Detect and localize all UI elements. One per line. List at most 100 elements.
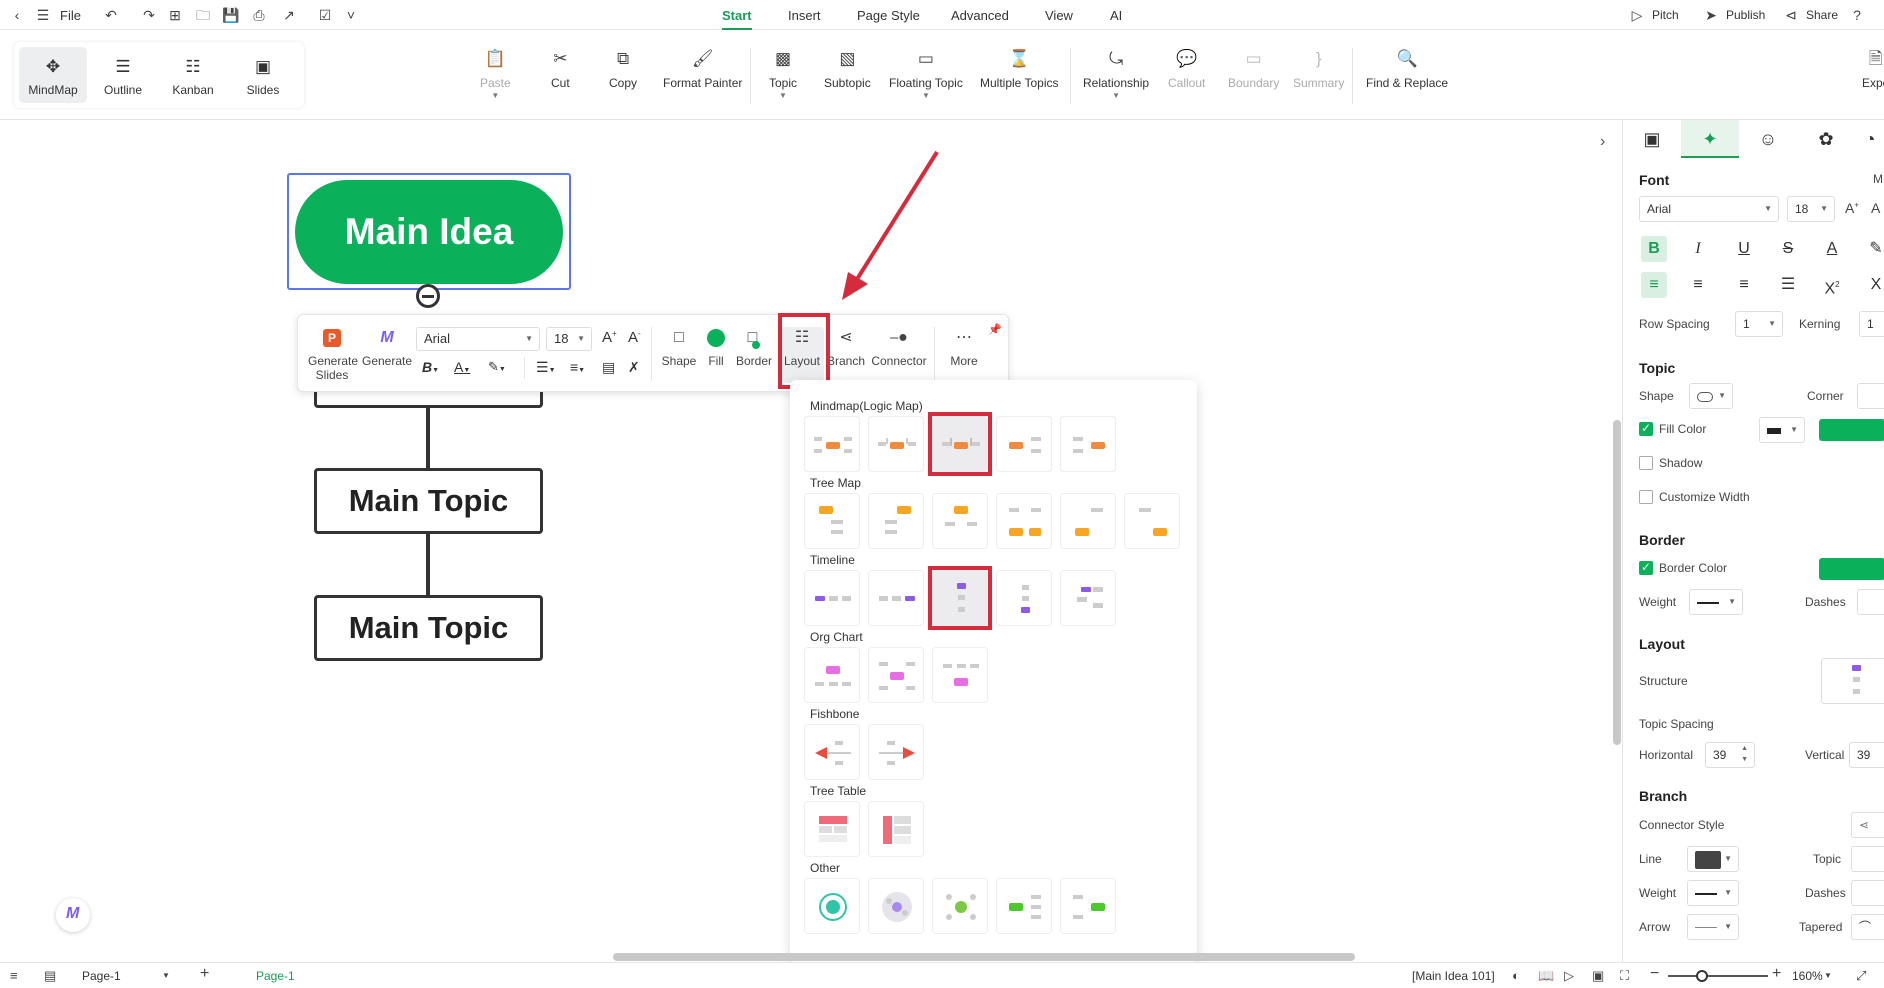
- layout-option-circle[interactable]: [804, 878, 860, 934]
- view-outline[interactable]: ☰ Outline: [89, 47, 157, 103]
- pin-icon[interactable]: 📌: [988, 323, 1002, 336]
- copy-button[interactable]: ⧉ Copy: [609, 48, 637, 90]
- export-icon[interactable]: ↗: [280, 6, 298, 24]
- main-idea-node[interactable]: Main Idea: [295, 180, 563, 284]
- zoom-slider-handle[interactable]: [1696, 970, 1708, 982]
- justify-icon[interactable]: ☰: [1775, 272, 1801, 298]
- tab-advanced[interactable]: Advanced: [951, 8, 1009, 23]
- hamburger-icon[interactable]: ☰: [34, 6, 52, 24]
- summary-button[interactable]: } Summary: [1293, 48, 1344, 90]
- connector-style-select[interactable]: ⋖: [1851, 812, 1884, 838]
- sidebar-font-select[interactable]: Arial ▼: [1639, 196, 1779, 222]
- layout-option-mindmap[interactable]: [996, 416, 1052, 472]
- layout-option-treetable[interactable]: [804, 801, 860, 857]
- generate-slides-button[interactable]: P Generate Slides: [308, 327, 358, 382]
- help-icon[interactable]: ?: [1848, 6, 1866, 24]
- connector-button[interactable]: ⎯● Connector: [870, 327, 928, 368]
- branch-button[interactable]: ⋖ Branch: [826, 327, 866, 368]
- zoom-in-icon[interactable]: +: [1772, 965, 1781, 983]
- border-color-swatch[interactable]: [1819, 558, 1884, 580]
- font-size-select[interactable]: 18 ▼: [546, 327, 592, 351]
- layout-option-radial[interactable]: [932, 878, 988, 934]
- underline-icon[interactable]: U: [1731, 236, 1757, 262]
- arrow-select[interactable]: ▼: [1687, 914, 1739, 940]
- relationship-button[interactable]: ⤿ Relationship ▼: [1083, 48, 1149, 100]
- floating-topic-button[interactable]: ▭ Floating Topic ▼: [889, 48, 963, 100]
- border-dashes-select[interactable]: [1857, 589, 1884, 615]
- view-slides[interactable]: ▣ Slides: [229, 47, 297, 103]
- find-replace-button[interactable]: 🔍 Find & Replace: [1366, 48, 1448, 90]
- cut-button[interactable]: ✂ Cut: [551, 48, 570, 90]
- vertical-spacing-input[interactable]: 39: [1849, 742, 1884, 768]
- layout-option-treemap[interactable]: [804, 493, 860, 549]
- align-icon[interactable]: ≡▼: [570, 359, 585, 375]
- layout-option-timeline[interactable]: [1060, 570, 1116, 626]
- pen-icon[interactable]: ✎: [1863, 236, 1884, 262]
- pitch-button[interactable]: Pitch: [1652, 8, 1679, 22]
- layout-option-orgchart[interactable]: [932, 647, 988, 703]
- layout-option-timeline[interactable]: [996, 570, 1052, 626]
- italic-icon[interactable]: I: [1685, 236, 1711, 262]
- branch-dashes-select[interactable]: [1851, 880, 1884, 906]
- tab-insert[interactable]: Insert: [788, 8, 821, 23]
- shadow-checkbox[interactable]: [1639, 456, 1653, 470]
- print-icon[interactable]: ⎙: [250, 6, 268, 24]
- checklist-icon[interactable]: ☑: [316, 6, 334, 24]
- save-icon[interactable]: 💾: [222, 6, 240, 24]
- layout-option-timeline[interactable]: [804, 570, 860, 626]
- grow-font-icon[interactable]: A+: [1845, 200, 1859, 216]
- file-menu[interactable]: File: [60, 8, 81, 23]
- layout-option-left-map[interactable]: [1060, 878, 1116, 934]
- callout-button[interactable]: 💬 Callout: [1168, 48, 1205, 90]
- tab-page-style[interactable]: Page Style: [857, 8, 920, 23]
- font-family-select[interactable]: Arial ▼: [416, 327, 540, 351]
- more-chevron-icon[interactable]: ˅: [342, 6, 360, 24]
- collapse-toggle-icon[interactable]: [416, 284, 440, 308]
- corner-select[interactable]: [1857, 383, 1884, 409]
- export-button[interactable]: 🗎Expo: [1862, 48, 1884, 90]
- ai-assistant-button[interactable]: M: [56, 898, 90, 932]
- more-button[interactable]: ⋯ More: [944, 327, 984, 368]
- share-button[interactable]: Share: [1806, 8, 1838, 22]
- bold-dropdown-icon[interactable]: B▼: [422, 359, 439, 375]
- tab-view[interactable]: View: [1045, 8, 1073, 23]
- tab-style-icon[interactable]: ▣: [1623, 120, 1681, 158]
- line-color-select[interactable]: ▼: [1687, 846, 1739, 872]
- generate-button[interactable]: M Generate: [362, 327, 412, 368]
- layout-option-treemap[interactable]: [996, 493, 1052, 549]
- structure-select[interactable]: [1821, 658, 1884, 704]
- horizontal-spacing-input[interactable]: 39 ▲ ▼: [1705, 742, 1755, 768]
- horizontal-scrollbar[interactable]: [613, 953, 1355, 961]
- layout-option-treetable[interactable]: [868, 801, 924, 857]
- outline-toggle-icon[interactable]: ≡: [10, 968, 18, 983]
- align-left-icon[interactable]: ≡: [1641, 272, 1667, 298]
- shape-button[interactable]: □ Shape: [660, 327, 698, 368]
- theme-icon[interactable]: ◐: [1512, 968, 1520, 983]
- layout-option-orgchart[interactable]: [868, 647, 924, 703]
- zoom-level[interactable]: 160%: [1792, 969, 1823, 983]
- tab-ai-style-icon[interactable]: ✦: [1681, 120, 1739, 158]
- branch-topic-select[interactable]: [1851, 846, 1884, 872]
- paste-button[interactable]: 📋 Paste ▼: [480, 48, 511, 100]
- tab-start[interactable]: Start: [722, 8, 752, 30]
- kerning-select[interactable]: 1: [1859, 311, 1884, 337]
- zoom-slider[interactable]: [1668, 975, 1768, 977]
- align-right-icon[interactable]: ≡: [1731, 272, 1757, 298]
- format-painter-button[interactable]: 🖌 Format Painter: [663, 48, 742, 90]
- redo-icon[interactable]: ↷: [140, 6, 158, 24]
- strikethrough-icon[interactable]: S: [1775, 236, 1801, 262]
- fill-pattern-select[interactable]: ▼: [1759, 417, 1805, 443]
- vertical-scrollbar[interactable]: [1613, 420, 1621, 745]
- row-spacing-select[interactable]: 1 ▼: [1735, 311, 1783, 337]
- tab-emoji-icon[interactable]: ☺: [1739, 120, 1797, 158]
- fit-page-icon[interactable]: ▣: [1592, 968, 1604, 984]
- fullscreen-icon[interactable]: ⛶: [1620, 968, 1629, 984]
- text-color-icon[interactable]: A: [1819, 236, 1845, 262]
- superscript-icon[interactable]: X2: [1819, 272, 1845, 298]
- layout-option-right-map[interactable]: [996, 878, 1052, 934]
- back-icon[interactable]: ‹: [8, 6, 26, 24]
- page-tab-active[interactable]: Page-1: [256, 969, 295, 983]
- present-icon[interactable]: ▷: [1564, 968, 1574, 984]
- layout-option-timeline[interactable]: [868, 570, 924, 626]
- tapered-select[interactable]: ⌒: [1851, 914, 1884, 940]
